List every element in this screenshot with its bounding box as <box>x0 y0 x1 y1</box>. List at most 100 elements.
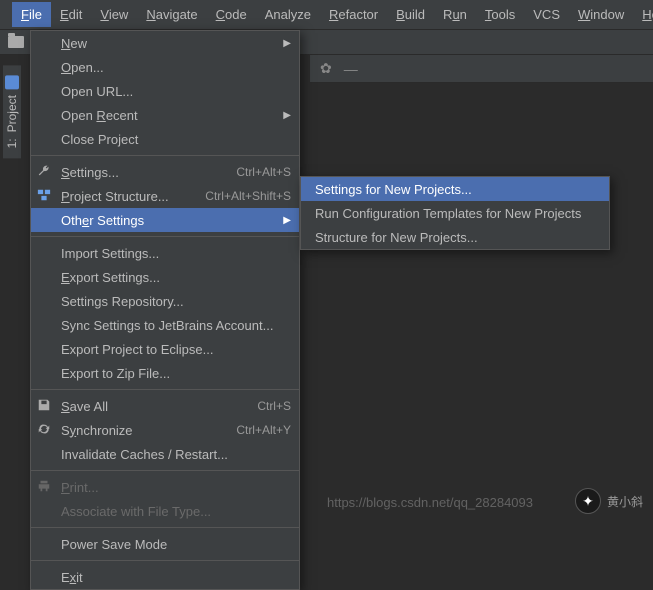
menu-tools[interactable]: Tools <box>476 2 524 27</box>
file-menu-open-url[interactable]: Open URL... <box>31 79 299 103</box>
watermark-url: https://blogs.csdn.net/qq_28284093 <box>327 495 533 510</box>
menu-item-label: Other Settings <box>61 213 291 228</box>
menu-file[interactable]: File <box>12 2 51 27</box>
wrench-icon <box>37 164 53 180</box>
gear-icon[interactable]: ✿ <box>320 60 332 77</box>
menu-item-label: Settings Repository... <box>61 294 291 309</box>
menu-refactor[interactable]: Refactor <box>320 2 387 27</box>
file-menu-export-project-to-eclipse[interactable]: Export Project to Eclipse... <box>31 337 299 361</box>
submenu-arrow-icon: ▶ <box>283 110 291 121</box>
blank-icon <box>37 503 53 519</box>
submenu-item-label: Settings for New Projects... <box>315 182 601 197</box>
menu-item-label: Power Save Mode <box>61 537 291 552</box>
save-icon <box>37 398 53 414</box>
project-icon <box>5 75 19 89</box>
file-menu-save-all[interactable]: Save AllCtrl+S <box>31 394 299 418</box>
menu-item-label: New <box>61 36 291 51</box>
menu-item-label: Synchronize <box>61 423 236 438</box>
project-tool-tab[interactable]: 1: Project <box>3 65 21 158</box>
menu-separator <box>31 560 299 561</box>
file-menu-dropdown: New▶Open...Open URL...Open Recent▶Close … <box>30 30 300 590</box>
menu-help[interactable]: Help <box>633 2 653 27</box>
menu-item-label: Print... <box>61 480 291 495</box>
file-menu-sync-settings-to-jetbrains-account[interactable]: Sync Settings to JetBrains Account... <box>31 313 299 337</box>
menu-item-label: Open URL... <box>61 84 291 99</box>
file-menu-associate-with-file-type: Associate with File Type... <box>31 499 299 523</box>
file-menu-new[interactable]: New▶ <box>31 31 299 55</box>
sync-icon <box>37 422 53 438</box>
shortcut-label: Ctrl+S <box>257 399 291 413</box>
menu-code[interactable]: Code <box>207 2 256 27</box>
file-menu-synchronize[interactable]: SynchronizeCtrl+Alt+Y <box>31 418 299 442</box>
file-menu-invalidate-caches-restart[interactable]: Invalidate Caches / Restart... <box>31 442 299 466</box>
file-menu-settings-repository[interactable]: Settings Repository... <box>31 289 299 313</box>
menu-item-label: Close Project <box>61 132 291 147</box>
submenu-settings-for-new-projects[interactable]: Settings for New Projects... <box>301 177 609 201</box>
file-menu-export-settings[interactable]: Export Settings... <box>31 265 299 289</box>
menu-item-label: Invalidate Caches / Restart... <box>61 447 291 462</box>
file-menu-import-settings[interactable]: Import Settings... <box>31 241 299 265</box>
file-menu-export-to-zip-file[interactable]: Export to Zip File... <box>31 361 299 385</box>
file-menu-exit[interactable]: Exit <box>31 565 299 589</box>
watermark: ✦ 黄小斜 <box>575 488 643 514</box>
minimize-icon[interactable]: — <box>344 61 358 77</box>
file-menu-open[interactable]: Open... <box>31 55 299 79</box>
menu-item-label: Export Project to Eclipse... <box>61 342 291 357</box>
menu-vcs[interactable]: VCS <box>524 2 569 27</box>
file-menu-project-structure[interactable]: Project Structure...Ctrl+Alt+Shift+S <box>31 184 299 208</box>
menu-separator <box>31 470 299 471</box>
blank-icon <box>37 569 53 585</box>
menu-run[interactable]: Run <box>434 2 476 27</box>
submenu-arrow-icon: ▶ <box>283 215 291 226</box>
blank-icon <box>37 107 53 123</box>
blank-icon <box>37 365 53 381</box>
blank-icon <box>37 131 53 147</box>
file-menu-power-save-mode[interactable]: Power Save Mode <box>31 532 299 556</box>
submenu-run-configuration-templates-for-new-projects[interactable]: Run Configuration Templates for New Proj… <box>301 201 609 225</box>
menu-window[interactable]: Window <box>569 2 633 27</box>
shortcut-label: Ctrl+Alt+S <box>236 165 291 179</box>
blank-icon <box>37 317 53 333</box>
menu-view[interactable]: View <box>91 2 137 27</box>
menubar: FileEditViewNavigateCodeAnalyzeRefactorB… <box>0 0 653 30</box>
tool-tab-index: 1: <box>5 138 19 148</box>
menu-separator <box>31 155 299 156</box>
menu-item-label: Save All <box>61 399 257 414</box>
menu-item-label: Sync Settings to JetBrains Account... <box>61 318 291 333</box>
structure-icon <box>37 188 53 204</box>
blank-icon <box>37 212 53 228</box>
menu-item-label: Associate with File Type... <box>61 504 291 519</box>
menu-analyze[interactable]: Analyze <box>256 2 320 27</box>
watermark-avatar-icon: ✦ <box>575 488 601 514</box>
blank-icon <box>37 59 53 75</box>
menu-item-label: Open... <box>61 60 291 75</box>
submenu-arrow-icon: ▶ <box>283 38 291 49</box>
menu-item-label: Export Settings... <box>61 270 291 285</box>
tool-tab-label: Project <box>5 95 19 132</box>
blank-icon <box>37 536 53 552</box>
blank-icon <box>37 83 53 99</box>
menu-navigate[interactable]: Navigate <box>137 2 206 27</box>
file-menu-print: Print... <box>31 475 299 499</box>
menu-item-label: Settings... <box>61 165 236 180</box>
editor-area: ✿ — <box>310 55 653 522</box>
file-menu-other-settings[interactable]: Other Settings▶ <box>31 208 299 232</box>
file-menu-close-project[interactable]: Close Project <box>31 127 299 151</box>
menu-separator <box>31 527 299 528</box>
file-menu-settings[interactable]: Settings...Ctrl+Alt+S <box>31 160 299 184</box>
menu-item-label: Project Structure... <box>61 189 205 204</box>
print-icon <box>37 479 53 495</box>
blank-icon <box>37 245 53 261</box>
shortcut-label: Ctrl+Alt+Shift+S <box>205 189 291 203</box>
shortcut-label: Ctrl+Alt+Y <box>236 423 291 437</box>
menu-item-label: Open Recent <box>61 108 291 123</box>
menu-build[interactable]: Build <box>387 2 434 27</box>
file-menu-open-recent[interactable]: Open Recent▶ <box>31 103 299 127</box>
menu-item-label: Exit <box>61 570 291 585</box>
blank-icon <box>37 293 53 309</box>
menu-separator <box>31 389 299 390</box>
submenu-item-label: Run Configuration Templates for New Proj… <box>315 206 601 221</box>
submenu-structure-for-new-projects[interactable]: Structure for New Projects... <box>301 225 609 249</box>
menu-edit[interactable]: Edit <box>51 2 91 27</box>
menu-item-label: Import Settings... <box>61 246 291 261</box>
